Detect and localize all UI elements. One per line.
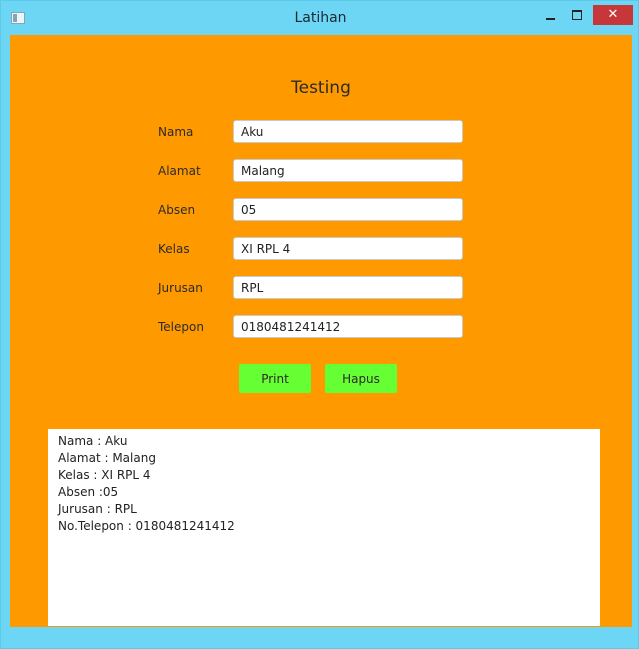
print-button[interactable]: Print — [239, 364, 311, 393]
jurusan-label: Jurusan — [158, 281, 203, 295]
nama-field[interactable] — [233, 120, 463, 143]
output-textarea[interactable]: Nama : Aku Alamat : Malang Kelas : XI RP… — [48, 429, 600, 626]
nama-label: Nama — [158, 125, 194, 139]
minimize-icon[interactable] — [541, 7, 561, 25]
app-window: Latihan ✕ Testing Nama Alamat Absen Kela… — [0, 0, 639, 649]
telepon-field[interactable] — [233, 315, 463, 338]
kelas-field[interactable] — [233, 237, 463, 260]
jurusan-field[interactable] — [233, 276, 463, 299]
kelas-label: Kelas — [158, 242, 190, 256]
close-icon[interactable]: ✕ — [593, 5, 633, 25]
output-line: Nama : Aku — [58, 434, 128, 448]
output-line: Alamat : Malang — [58, 451, 156, 465]
absen-field[interactable] — [233, 198, 463, 221]
hapus-button[interactable]: Hapus — [325, 364, 397, 393]
form-panel: Testing Nama Alamat Absen Kelas Jurusan … — [10, 35, 632, 627]
alamat-label: Alamat — [158, 164, 201, 178]
output-line: Jurusan : RPL — [58, 502, 137, 516]
form-heading: Testing — [291, 78, 351, 98]
output-line: Absen :05 — [58, 485, 119, 499]
output-line: No.Telepon : 0180481241412 — [58, 519, 235, 533]
absen-label: Absen — [158, 203, 196, 217]
title-bar[interactable]: Latihan ✕ — [1, 1, 638, 35]
alamat-field[interactable] — [233, 159, 463, 182]
output-line: Kelas : XI RPL 4 — [58, 468, 151, 482]
telepon-label: Telepon — [158, 320, 204, 334]
maximize-icon[interactable] — [567, 7, 587, 25]
